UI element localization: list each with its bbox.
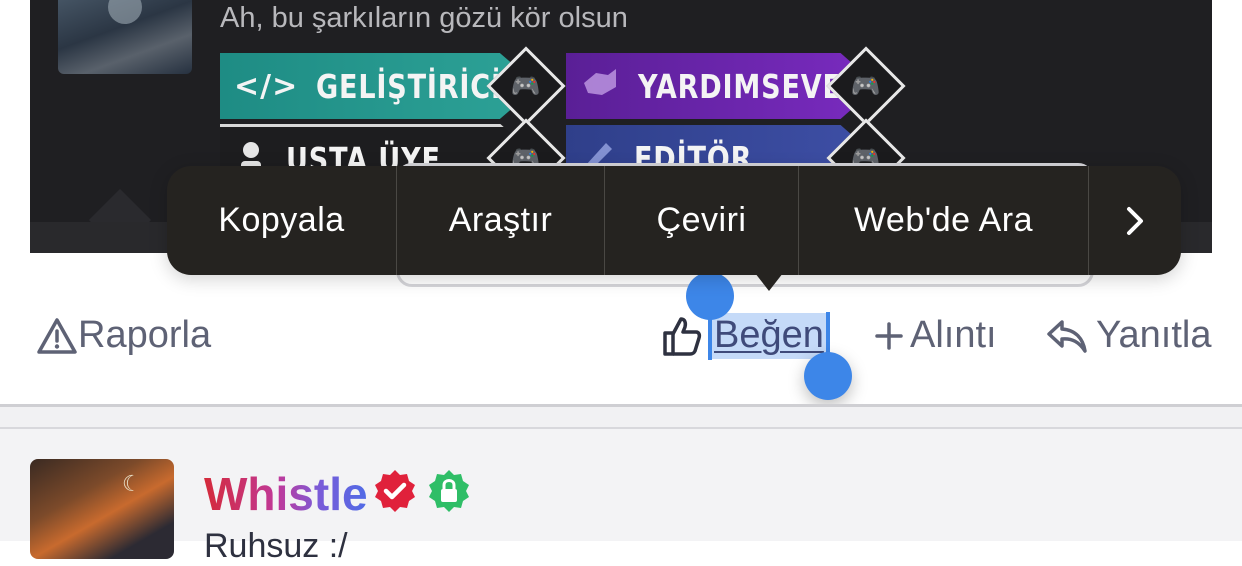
reply-label: Yanıtla (1096, 314, 1212, 356)
post-gap (0, 407, 1242, 429)
code-icon: </> (234, 68, 299, 104)
chevron-right-icon[interactable] (1089, 166, 1181, 275)
user-title: Ruhsuz :/ (204, 527, 348, 565)
quote-button[interactable]: Alıntı (874, 314, 997, 357)
author-avatar[interactable] (58, 0, 192, 74)
plus-icon (875, 321, 903, 350)
menu-copy[interactable]: Kopyala (167, 166, 397, 275)
menu-translate[interactable]: Çeviri (605, 166, 799, 275)
report-button[interactable]: Raporla (36, 314, 211, 357)
username[interactable]: Whistle (204, 467, 368, 521)
post-actions-bar: Raporla Beğen Alıntı Yanıtla (0, 300, 1242, 380)
badge-helpful: YARDIMSEVER 🎮 (566, 46, 906, 126)
thumbs-up-icon (663, 316, 702, 356)
menu-look-up[interactable]: Araştır (397, 166, 605, 275)
badge-developer: </> GELİŞTİRİCİ 🎮 (220, 46, 566, 126)
selection-start-handle[interactable] (686, 272, 734, 320)
menu-pointer (755, 273, 783, 291)
handshake-icon (580, 65, 620, 107)
selection-end-handle[interactable] (804, 352, 852, 400)
quote-label: Alıntı (910, 314, 997, 356)
signature-text: Ah, bu şarkıların gözü kör olsun (220, 2, 628, 34)
verified-badge-icon (375, 470, 415, 512)
menu-search-web[interactable]: Web'de Ara (799, 166, 1089, 275)
reply-button[interactable]: Yanıtla (1046, 314, 1211, 357)
reply-icon (1047, 319, 1087, 353)
warning-icon (37, 317, 77, 354)
next-post: ☾ Whistle Ruhsuz :/ (0, 429, 1242, 565)
report-label: Raporla (78, 314, 212, 356)
like-label: Beğen (714, 314, 824, 356)
text-selection-menu: Kopyala Araştır Çeviri Web'de Ara (167, 166, 1181, 291)
like-button[interactable]: Beğen (662, 314, 824, 357)
lock-badge-icon (429, 470, 469, 512)
user-avatar[interactable]: ☾ (30, 459, 174, 559)
